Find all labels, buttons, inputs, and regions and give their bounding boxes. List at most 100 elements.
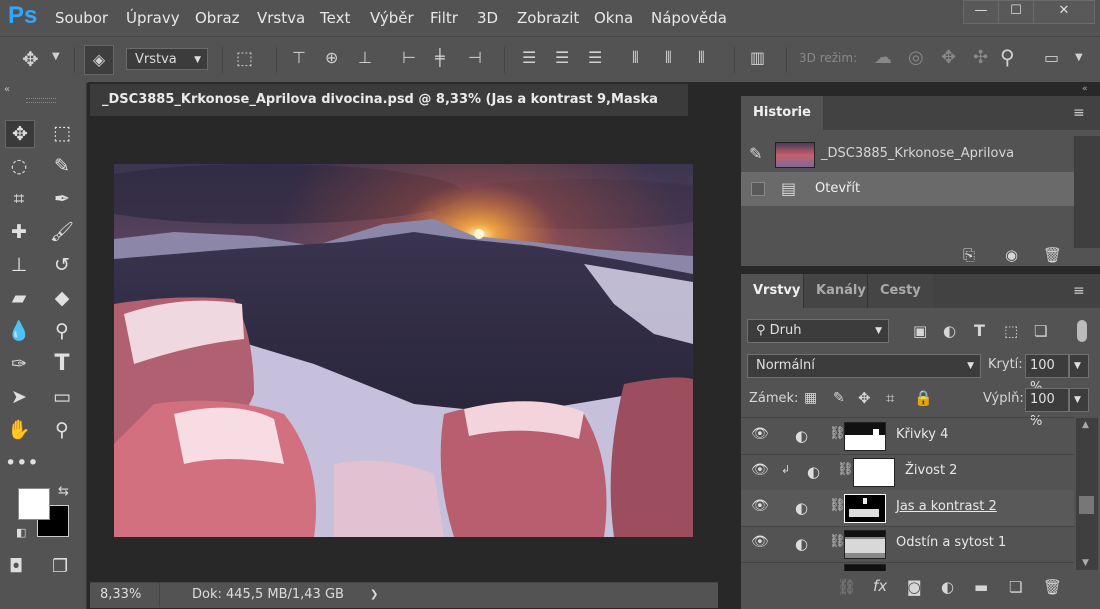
layer-filter-dropdown[interactable]: ⚲ Druh ▼ <box>747 319 889 343</box>
link-icon[interactable]: ⛓ <box>837 462 854 477</box>
history-snapshot[interactable]: ✎ _DSC3885_Krkonose_Aprilova divocina...… <box>741 136 1074 197</box>
chevron-down-icon[interactable]: ▼ <box>1075 52 1083 63</box>
3d-roll-icon[interactable]: ◎ <box>908 47 924 68</box>
camera-icon[interactable]: ◉ <box>1005 246 1018 264</box>
status-menu-arrow[interactable]: ❯ <box>370 583 378 607</box>
new-group-icon[interactable]: ▬ <box>974 578 988 596</box>
panel-menu-icon[interactable]: ≡ <box>1073 105 1085 121</box>
menu-vrstva[interactable]: Vrstva <box>257 9 305 27</box>
menu-text[interactable]: Text <box>320 9 350 27</box>
lock-image-icon[interactable]: ✎ <box>833 390 845 406</box>
menu-zobrazit[interactable]: Zobrazit <box>517 9 579 27</box>
zoom-field[interactable]: 8,33% <box>90 583 160 607</box>
collapse-icon[interactable]: « <box>4 84 10 95</box>
crop-tool[interactable]: ⌗ <box>5 186 33 212</box>
menu-vyber[interactable]: Výběr <box>370 9 414 27</box>
link-layers-icon[interactable]: ⛓ <box>837 578 856 596</box>
dodge-tool[interactable]: ⚲ <box>48 318 76 344</box>
stamp-tool[interactable]: ⊥ <box>5 252 33 278</box>
auto-select-dropdown[interactable]: Vrstva ▼ <box>126 48 208 70</box>
history-source-checkbox[interactable] <box>751 182 765 196</box>
align-left-icon[interactable]: ⊢ <box>402 48 416 67</box>
filter-adjustment-icon[interactable]: ◐ <box>943 322 956 340</box>
scroll-thumb[interactable] <box>1079 496 1094 514</box>
3d-pan-icon[interactable]: ✥ <box>941 47 956 68</box>
align-top-icon[interactable]: ⊤ <box>292 48 306 67</box>
quick-select-tool[interactable]: ✎ <box>48 153 76 179</box>
marquee-tool[interactable]: ⬚ <box>48 120 76 146</box>
tab-vrstvy[interactable]: Vrstvy <box>741 274 813 308</box>
scroll-down-icon[interactable]: ▼ <box>1082 558 1089 568</box>
new-layer-icon[interactable]: ❏ <box>1009 578 1022 596</box>
path-select-tool[interactable]: ➤ <box>5 384 33 410</box>
eyedropper-tool[interactable]: ✒ <box>48 186 76 212</box>
scroll-up-icon[interactable]: ▲ <box>1082 420 1089 430</box>
filter-smart-object-icon[interactable]: ❏ <box>1034 322 1047 340</box>
hand-tool[interactable]: ✋ <box>5 417 33 443</box>
type-tool[interactable]: T <box>48 351 76 377</box>
opacity-field[interactable]: 100 % <box>1025 354 1069 395</box>
distribute-hcenter-icon[interactable]: ⫴ <box>665 48 672 68</box>
add-mask-icon[interactable]: ◙ <box>907 578 922 596</box>
layer-mask-thumbnail[interactable] <box>844 422 886 451</box>
document-image[interactable] <box>114 164 693 537</box>
minimize-button[interactable]: — <box>963 0 999 24</box>
document-tab[interactable]: _DSC3885_Krkonose_Aprilova divocina.psd … <box>90 84 688 139</box>
panel-menu-icon[interactable]: ≡ <box>1073 283 1085 299</box>
align-bottom-icon[interactable]: ⊥ <box>358 48 372 67</box>
fill-dropdown[interactable]: ▼ <box>1069 388 1089 412</box>
lock-position-icon[interactable]: ✥ <box>858 389 871 407</box>
tab-cesty[interactable]: Cesty <box>867 274 933 308</box>
3d-slide-icon[interactable]: ✣ <box>973 47 988 68</box>
history-scrollbar[interactable] <box>1074 136 1100 248</box>
more-tools[interactable]: ••• <box>5 450 39 476</box>
layer-row[interactable]: 👁 ↲ ◐ ⛓ Živost 2 <box>741 454 1074 491</box>
close-button[interactable]: ✕ <box>1033 0 1095 24</box>
distribute-top-icon[interactable]: ☰ <box>522 48 536 67</box>
history-brush-tool[interactable]: ↺ <box>48 252 76 278</box>
move-tool[interactable]: ✥ <box>5 120 35 148</box>
auto-align-icon[interactable]: ▥ <box>750 48 765 67</box>
layer-name[interactable]: Odstín a sytost 1 <box>896 535 1006 550</box>
distribute-bottom-icon[interactable]: ☰ <box>588 48 602 67</box>
layer-name[interactable]: Křivky 4 <box>896 427 948 442</box>
trash-icon[interactable]: 🗑 <box>1043 246 1062 264</box>
menu-filtr[interactable]: Filtr <box>430 9 458 27</box>
filter-shape-icon[interactable]: ⬚ <box>1004 322 1018 340</box>
distribute-vcenter-icon[interactable]: ☰ <box>555 48 569 67</box>
lasso-tool[interactable]: ◌ <box>5 153 33 179</box>
quick-mask-icon[interactable]: ◘ <box>9 556 23 577</box>
layer-name[interactable]: Jas a kontrast 2 <box>896 499 997 514</box>
lock-transparent-icon[interactable]: ▦ <box>804 390 817 406</box>
eye-icon[interactable]: 👁 <box>751 462 769 478</box>
menu-obraz[interactable]: Obraz <box>195 9 240 27</box>
layer-mask-thumbnail[interactable] <box>844 564 886 571</box>
default-colors-icon[interactable]: ◧ <box>16 526 26 539</box>
align-vcenter-icon[interactable]: ⊕ <box>325 48 338 67</box>
eye-icon[interactable]: 👁 <box>751 534 769 550</box>
opacity-dropdown[interactable]: ▼ <box>1069 354 1089 378</box>
swap-colors-icon[interactable]: ⇆ <box>58 484 69 499</box>
distribute-right-icon[interactable]: ⫴ <box>698 48 705 68</box>
zoom-tool[interactable]: ⚲ <box>48 417 76 443</box>
new-adjustment-icon[interactable]: ◐ <box>941 578 954 596</box>
layer-name[interactable]: Živost 2 <box>905 463 957 478</box>
pen-tool[interactable]: ✑ <box>5 351 33 377</box>
healing-tool[interactable]: ✚ <box>5 219 33 245</box>
new-document-from-state-icon[interactable]: ⎘ <box>963 246 975 264</box>
eye-icon[interactable]: 👁 <box>751 498 769 514</box>
lock-artboard-icon[interactable]: ⌗ <box>886 389 894 407</box>
menu-napoveda[interactable]: Nápověda <box>651 9 727 27</box>
transform-controls-icon[interactable]: ⬚ <box>236 48 253 69</box>
bucket-tool[interactable]: ◆ <box>48 285 76 311</box>
layers-scrollbar[interactable]: ▲ ▼ <box>1076 418 1098 570</box>
eraser-tool[interactable]: ▰ <box>5 285 33 311</box>
move-tool-icon[interactable]: ✥ <box>22 47 39 71</box>
menu-soubor[interactable]: Soubor <box>55 9 108 27</box>
fill-field[interactable]: 100 % <box>1025 388 1069 429</box>
eye-icon[interactable]: 👁 <box>751 426 769 442</box>
maximize-button[interactable]: ☐ <box>998 0 1034 24</box>
filter-type-icon[interactable]: T <box>974 321 985 340</box>
search-icon[interactable]: ⚲ <box>1000 45 1015 69</box>
blend-mode-dropdown[interactable]: Normální ▼ <box>747 354 981 378</box>
